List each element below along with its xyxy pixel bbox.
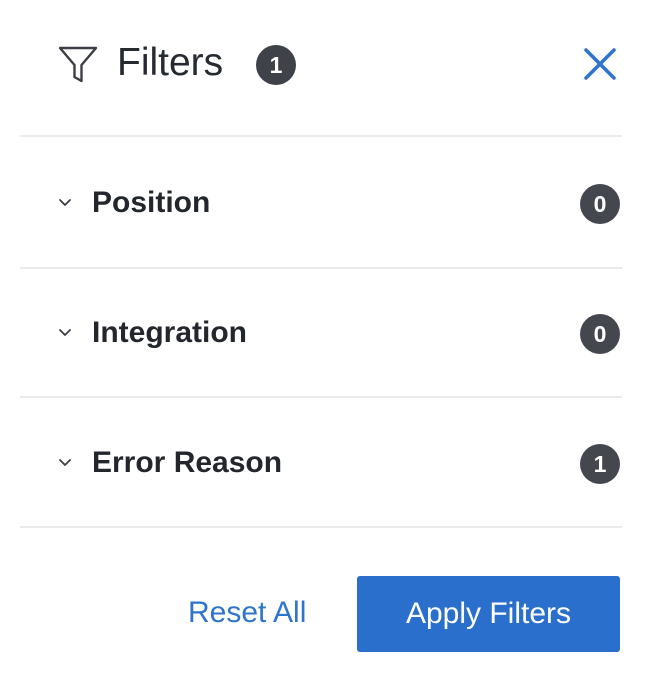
filter-section-label: Integration xyxy=(92,316,247,349)
page-title: Filters xyxy=(117,41,224,84)
filters-panel: Filters 1 Position 0 Integration 0 Error… xyxy=(0,0,650,674)
apply-filters-button[interactable]: Apply Filters xyxy=(357,576,620,652)
chevron-down-icon xyxy=(59,329,71,336)
filter-count-badge: 1 xyxy=(580,444,620,484)
filter-section-error-reason[interactable]: Error Reason 1 xyxy=(20,398,622,526)
filter-count-badge: 0 xyxy=(580,184,620,224)
filter-section-position[interactable]: Position 0 xyxy=(20,138,622,266)
filter-section-integration[interactable]: Integration 0 xyxy=(20,268,622,396)
chevron-down-icon xyxy=(59,199,71,206)
close-button[interactable] xyxy=(578,42,622,86)
reset-all-button[interactable]: Reset All xyxy=(188,594,306,632)
filter-count-badge: 0 xyxy=(580,314,620,354)
divider xyxy=(20,526,622,528)
chevron-down-icon xyxy=(59,459,71,466)
funnel-icon xyxy=(58,46,98,83)
close-icon xyxy=(584,48,616,80)
active-filter-count-badge: 1 xyxy=(256,45,296,85)
filter-section-label: Error Reason xyxy=(92,446,283,479)
filter-section-label: Position xyxy=(92,186,211,219)
divider xyxy=(20,135,622,137)
filters-header: Filters 1 xyxy=(0,0,650,136)
